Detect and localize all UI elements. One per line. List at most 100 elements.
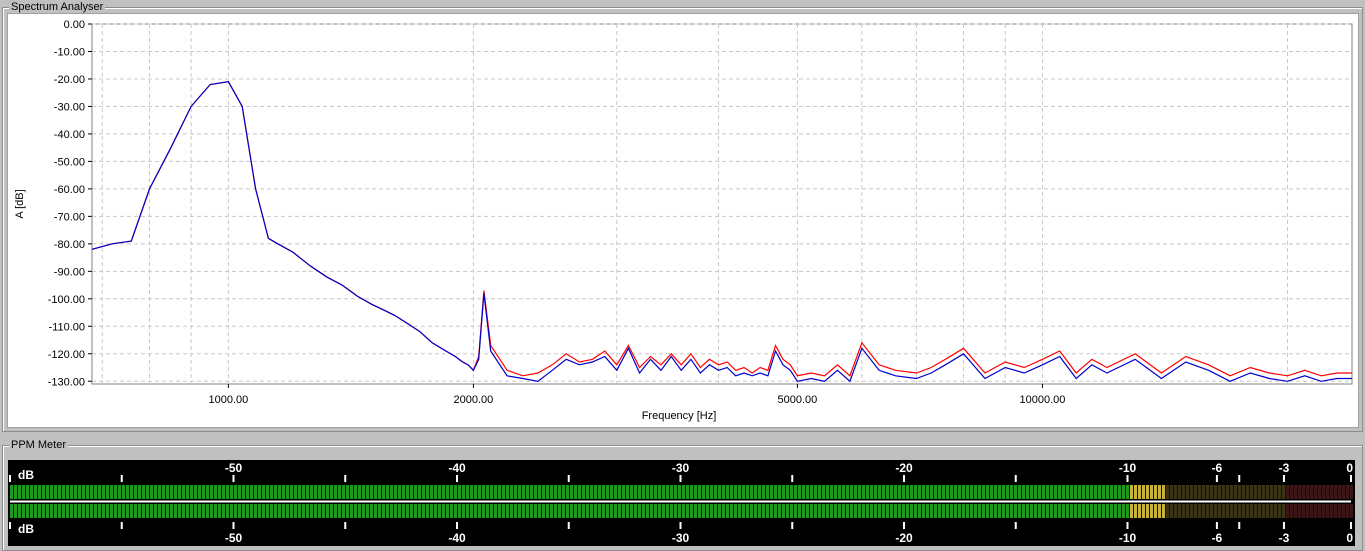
ppm-scale-label-top: 0 <box>1346 461 1353 475</box>
ppm-segment-right <box>822 504 825 518</box>
ppm-segment-left <box>78 485 81 499</box>
ppm-segment-left <box>1154 485 1157 499</box>
ppm-segment-right <box>482 504 485 518</box>
ppm-segment-left <box>1126 485 1129 499</box>
ppm-segment-right <box>666 504 669 518</box>
ppm-segment-right <box>778 504 781 518</box>
ppm-segment-left <box>118 485 121 499</box>
ppm-segment-right <box>94 504 97 518</box>
ppm-segment-left <box>530 485 533 499</box>
ppm-segment-right <box>714 504 717 518</box>
ppm-segment-right <box>554 504 557 518</box>
ppm-segment-right <box>922 504 925 518</box>
ppm-segment-left <box>318 485 321 499</box>
ppm-segment-left <box>394 485 397 499</box>
ppm-scale-label-bottom: -40 <box>448 531 466 545</box>
ppm-segment-left <box>626 485 629 499</box>
ppm-segment-right <box>710 504 713 518</box>
ppm-segment-right <box>270 504 273 518</box>
ppm-segment-left <box>1238 485 1241 499</box>
ppm-unit-bottom: dB <box>18 522 34 536</box>
ppm-segment-left <box>562 485 565 499</box>
ppm-segment-left <box>1086 485 1089 499</box>
ppm-segment-left <box>622 485 625 499</box>
ppm-segment-left <box>1146 485 1149 499</box>
ppm-segment-left <box>786 485 789 499</box>
ppm-segment-right <box>810 504 813 518</box>
ppm-segment-right <box>498 504 501 518</box>
ppm-segment-left <box>286 485 289 499</box>
ppm-segment-left <box>362 485 365 499</box>
ppm-segment-left <box>254 485 257 499</box>
ppm-segment-right <box>358 504 361 518</box>
ppm-segment-right <box>98 504 101 518</box>
ppm-segment-left <box>518 485 521 499</box>
ppm-segment-left <box>710 485 713 499</box>
ppm-segment-left <box>50 485 53 499</box>
ppm-segment-right <box>1162 504 1165 518</box>
ppm-segment-left <box>194 485 197 499</box>
ppm-segment-left <box>578 485 581 499</box>
ppm-segment-right <box>390 504 393 518</box>
ppm-segment-left <box>914 485 917 499</box>
ppm-segment-right <box>574 504 577 518</box>
ppm-segment-right <box>578 504 581 518</box>
ppm-segment-left <box>658 485 661 499</box>
ppm-segment-left <box>1042 485 1045 499</box>
ppm-segment-right <box>838 504 841 518</box>
ppm-segment-right <box>530 504 533 518</box>
ppm-segment-left <box>1002 485 1005 499</box>
ppm-segment-left <box>1270 485 1273 499</box>
ppm-segment-left <box>150 485 153 499</box>
ppm-segment-left <box>94 485 97 499</box>
ppm-segment-right <box>1226 504 1229 518</box>
ppm-scale-label-bottom: -3 <box>1279 531 1290 545</box>
ppm-segment-left <box>174 485 177 499</box>
ppm-segment-right <box>662 504 665 518</box>
ppm-segment-left <box>486 485 489 499</box>
ppm-segment-right <box>862 504 865 518</box>
ppm-segment-left <box>238 485 241 499</box>
ppm-segment-right <box>50 504 53 518</box>
ppm-segment-right <box>22 504 25 518</box>
ppm-segment-right <box>730 504 733 518</box>
ppm-segment-left <box>190 485 193 499</box>
ppm-segment-right <box>870 504 873 518</box>
y-tick-label: -50.00 <box>54 156 85 168</box>
ppm-segment-right <box>742 504 745 518</box>
ppm-segment-right <box>182 504 185 518</box>
ppm-segment-right <box>1002 504 1005 518</box>
ppm-segment-left <box>74 485 77 499</box>
ppm-segment-right <box>122 504 125 518</box>
ppm-segment-left <box>1326 485 1329 499</box>
spectrum-chart-panel[interactable]: 0.00 -10.00 -20.00 -30.00 -40.00 -50.00 -60.00… <box>7 13 1359 428</box>
ppm-segment-left <box>1234 485 1237 499</box>
ppm-segment-right <box>74 504 77 518</box>
ppm-segment-left <box>606 485 609 499</box>
ppm-segment-left <box>1110 485 1113 499</box>
ppm-segment-left <box>46 485 49 499</box>
ppm-segment-right <box>1290 504 1293 518</box>
ppm-segment-left <box>222 485 225 499</box>
ppm-segment-right <box>538 504 541 518</box>
ppm-segment-left <box>1034 485 1037 499</box>
ppm-segment-right <box>1282 504 1285 518</box>
spectrum-chart[interactable]: 0.00 -10.00 -20.00 -30.00 -40.00 -50.00 -60.00… <box>8 14 1358 427</box>
ppm-segment-right <box>1046 504 1049 518</box>
ppm-segment-left <box>962 485 965 499</box>
ppm-segment-left <box>642 485 645 499</box>
ppm-segment-right <box>346 504 349 518</box>
ppm-segment-left <box>454 485 457 499</box>
ppm-segment-left <box>246 485 249 499</box>
ppm-segment-right <box>422 504 425 518</box>
ppm-segment-left <box>630 485 633 499</box>
ppm-segment-left <box>90 485 93 499</box>
y-tick-label: -130.00 <box>48 376 85 388</box>
ppm-segment-right <box>1238 504 1241 518</box>
y-tick-label: -90.00 <box>54 266 85 278</box>
ppm-segment-left <box>1030 485 1033 499</box>
ppm-segment-right <box>366 504 369 518</box>
ppm-segment-left <box>1310 485 1313 499</box>
ppm-segment-left <box>614 485 617 499</box>
ppm-segment-left <box>954 485 957 499</box>
